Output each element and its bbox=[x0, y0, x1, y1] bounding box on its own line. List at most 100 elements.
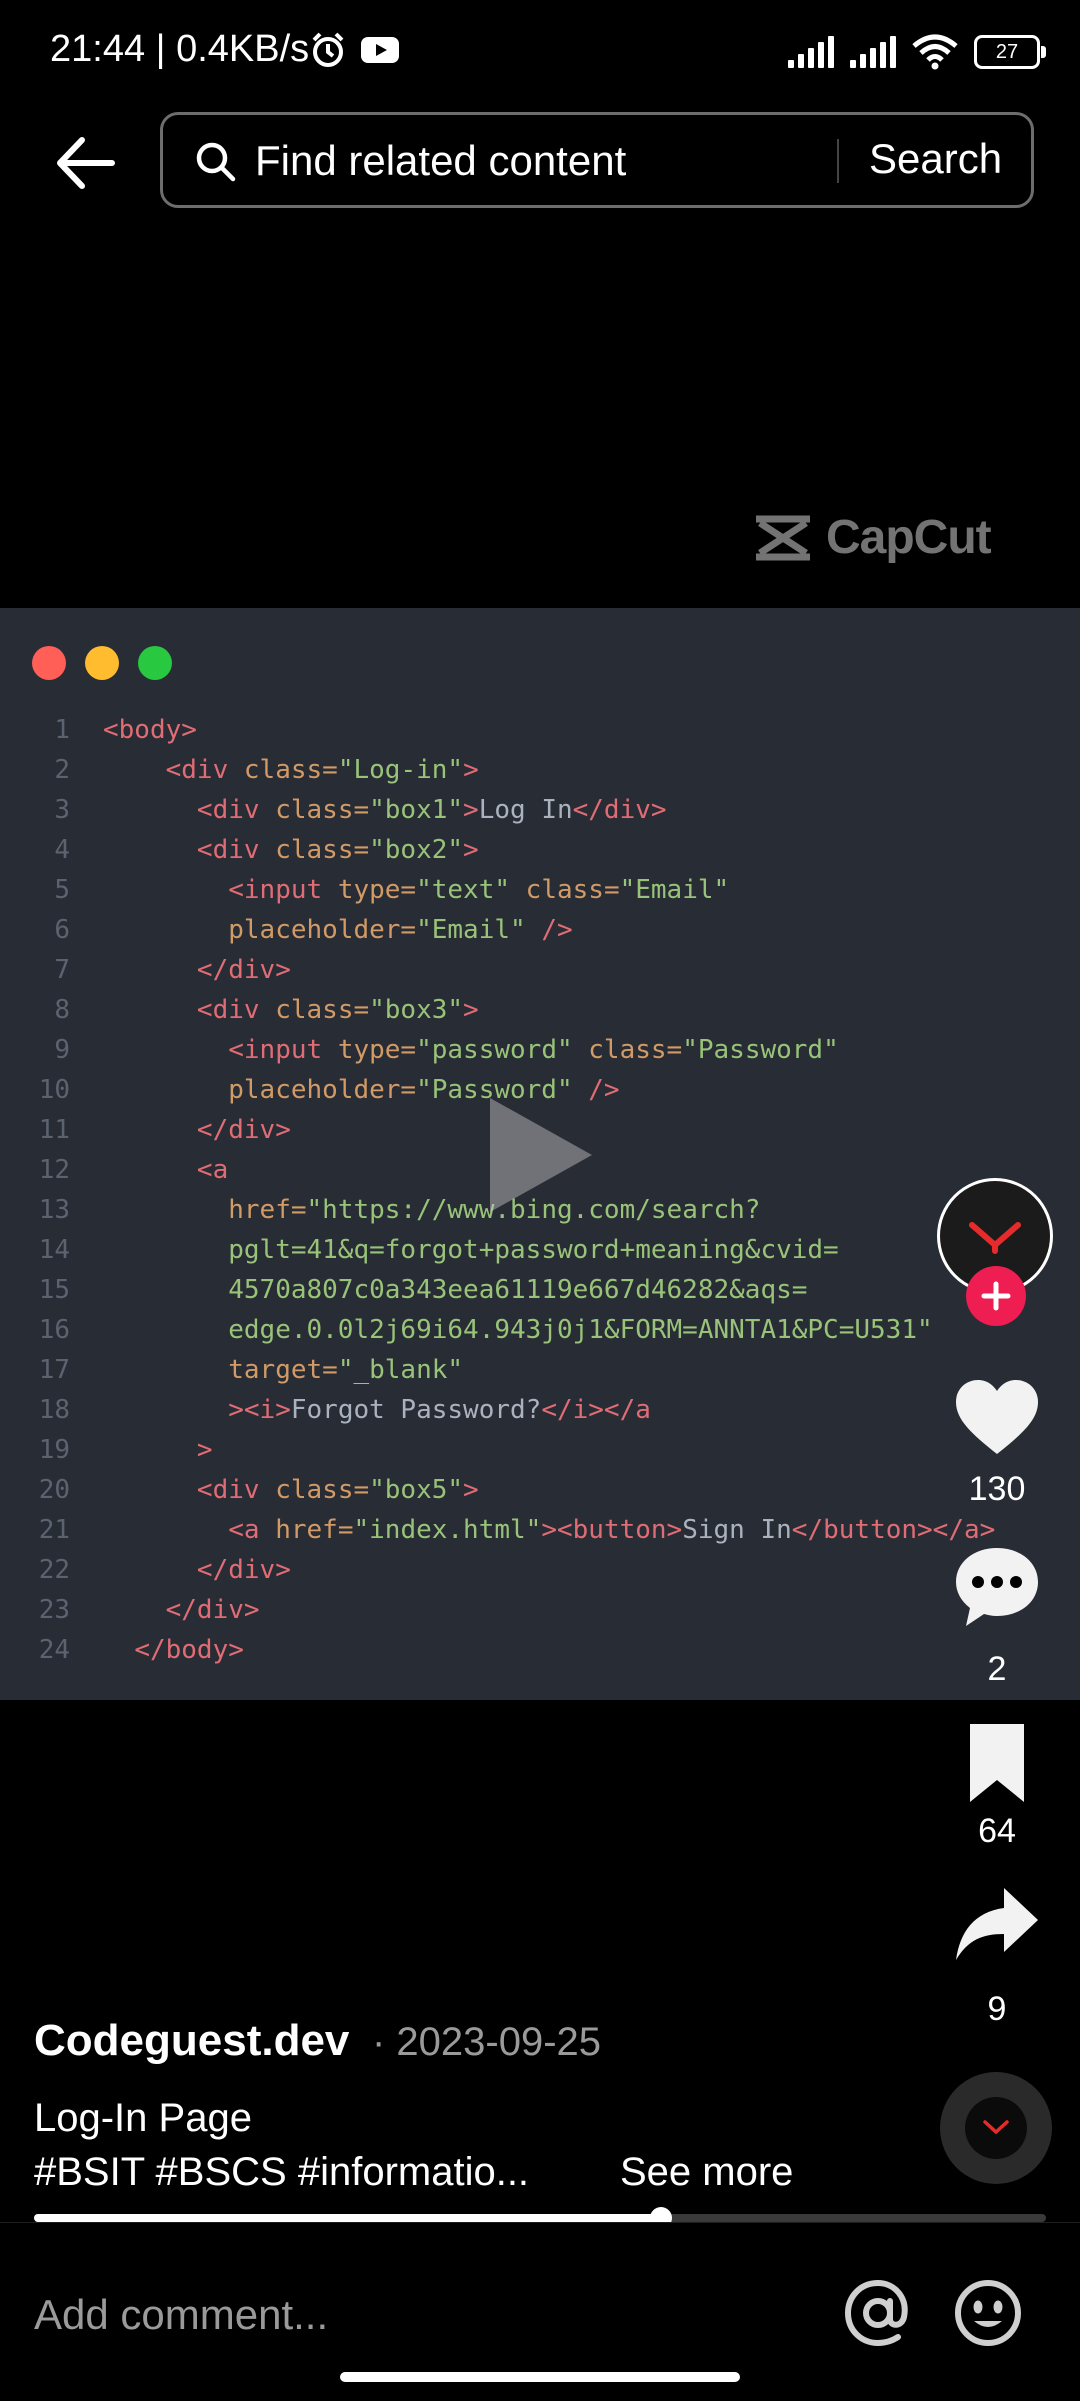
line-number: 6 bbox=[54, 915, 70, 945]
code-text: href="https://www.bing.com/search? bbox=[103, 1190, 760, 1230]
follow-button[interactable] bbox=[966, 1266, 1026, 1326]
music-disc[interactable] bbox=[940, 2072, 1052, 2184]
search-divider bbox=[837, 139, 839, 183]
code-token: "box3" bbox=[369, 995, 464, 1025]
code-token: > bbox=[463, 995, 479, 1025]
code-token: <div bbox=[165, 755, 244, 785]
line-number: 16 bbox=[38, 1315, 70, 1345]
code-token: > bbox=[463, 755, 479, 785]
search-input[interactable]: Find related content bbox=[255, 137, 626, 185]
code-token: <div bbox=[196, 835, 276, 865]
line-number: 17 bbox=[38, 1355, 70, 1385]
capcut-text: CapCut bbox=[826, 511, 992, 564]
code-text: </div> bbox=[103, 1550, 291, 1590]
like-heart-icon[interactable] bbox=[952, 1374, 1042, 1464]
code-token: <div bbox=[196, 995, 276, 1025]
code-text: <input type="password" class="Password" bbox=[103, 1030, 839, 1070]
code-token: type= bbox=[337, 1035, 417, 1065]
window-minimize-dot bbox=[85, 646, 119, 680]
code-token: "box2" bbox=[369, 835, 464, 865]
code-line: 21 <a href="index.html"><button>Sign In<… bbox=[0, 1510, 1080, 1550]
code-token: "text" bbox=[416, 875, 526, 905]
line-number: 12 bbox=[38, 1155, 70, 1185]
code-token: "box1" bbox=[369, 795, 464, 825]
code-token: </div> bbox=[196, 1115, 291, 1145]
code-token: </i></a bbox=[541, 1395, 651, 1425]
code-token: <body> bbox=[103, 715, 197, 745]
code-token: href= bbox=[275, 1515, 354, 1545]
code-token: </div> bbox=[572, 795, 667, 825]
code-token: type= bbox=[337, 875, 417, 905]
search-button[interactable]: Search bbox=[869, 135, 1002, 183]
line-number: 10 bbox=[38, 1075, 70, 1105]
line-number: 4 bbox=[54, 835, 70, 865]
code-text: ><i>Forgot Password?</i></a bbox=[103, 1390, 651, 1430]
signal-icon bbox=[788, 36, 834, 68]
code-line: 14 pglt=41&q=forgot+password+meaning&cvi… bbox=[0, 1230, 1080, 1270]
code-text: > bbox=[103, 1430, 213, 1470]
comment-bubble-icon[interactable] bbox=[952, 1542, 1042, 1632]
code-line: 1 <body> bbox=[0, 710, 1080, 750]
like-count: 130 bbox=[968, 1470, 1026, 1508]
code-text: <a bbox=[103, 1150, 228, 1190]
code-token: "Log-in" bbox=[337, 755, 464, 785]
comment-input[interactable]: Add comment... bbox=[34, 2291, 328, 2339]
code-line: 8 <div class="box3"> bbox=[0, 990, 1080, 1030]
status-time: 21:44 | 0.4KB/s bbox=[50, 28, 310, 70]
mention-at-icon[interactable] bbox=[840, 2275, 916, 2351]
code-token: <input bbox=[228, 875, 338, 905]
line-number: 19 bbox=[38, 1435, 70, 1465]
code-token: pglt=41&q=forgot+password+meaning&cvid= bbox=[228, 1235, 839, 1265]
status-icons: 27 bbox=[788, 30, 1046, 74]
code-text: <a href="index.html"><button>Sign In</bu… bbox=[103, 1510, 995, 1550]
author-name[interactable]: Codeguest.dev bbox=[34, 2016, 349, 2066]
battery-level: 27 bbox=[995, 40, 1019, 63]
plus-icon bbox=[981, 1281, 1011, 1311]
code-token: ><i> bbox=[228, 1395, 291, 1425]
home-indicator bbox=[340, 2372, 740, 2382]
code-line: 17 target="_blank" bbox=[0, 1350, 1080, 1390]
window-close-dot bbox=[32, 646, 66, 680]
video-progress-bar[interactable] bbox=[34, 2207, 1046, 2229]
signal-icon-2 bbox=[850, 36, 896, 68]
code-token: class= bbox=[275, 835, 370, 865]
code-text: <div class="box3"> bbox=[103, 990, 479, 1030]
back-arrow-icon[interactable] bbox=[50, 128, 120, 198]
video-progress-fill bbox=[34, 2214, 662, 2222]
code-token: <a bbox=[196, 1155, 229, 1185]
code-text: </body> bbox=[103, 1630, 244, 1670]
search-bar[interactable]: Find related content Search bbox=[160, 112, 1034, 208]
line-number: 13 bbox=[38, 1195, 70, 1225]
emoji-icon[interactable] bbox=[950, 2275, 1026, 2351]
code-text: </div> bbox=[103, 1110, 291, 1150]
code-token: </div> bbox=[196, 955, 291, 985]
code-token: "box5" bbox=[369, 1475, 464, 1505]
line-number: 24 bbox=[38, 1635, 70, 1665]
code-line: 4 <div class="box2"> bbox=[0, 830, 1080, 870]
code-token: Log In bbox=[478, 795, 573, 825]
code-token: class= bbox=[275, 795, 370, 825]
code-text: <div class="box2"> bbox=[103, 830, 479, 870]
bookmark-icon[interactable] bbox=[952, 1718, 1042, 1808]
code-line: 2 <div class="Log-in"> bbox=[0, 750, 1080, 790]
code-text: placeholder="Email" /> bbox=[103, 910, 572, 950]
code-token: edge.0.0l2j69i64.943j0j1&FORM=ANNTA1&PC=… bbox=[228, 1315, 933, 1345]
see-more-link[interactable]: See more bbox=[620, 2150, 793, 2195]
code-line: 9 <input type="password" class="Password… bbox=[0, 1030, 1080, 1070]
caption-hashtags[interactable]: #BSIT #BSCS #informatio... bbox=[34, 2150, 529, 2195]
wifi-icon bbox=[912, 34, 958, 70]
share-arrow-icon[interactable] bbox=[952, 1880, 1042, 1970]
code-text: <div class="box1">Log In</div> bbox=[103, 790, 667, 830]
play-icon[interactable] bbox=[480, 1090, 600, 1220]
line-number: 23 bbox=[38, 1595, 70, 1625]
code-token: target= bbox=[228, 1355, 338, 1385]
code-token: <input bbox=[228, 1035, 338, 1065]
